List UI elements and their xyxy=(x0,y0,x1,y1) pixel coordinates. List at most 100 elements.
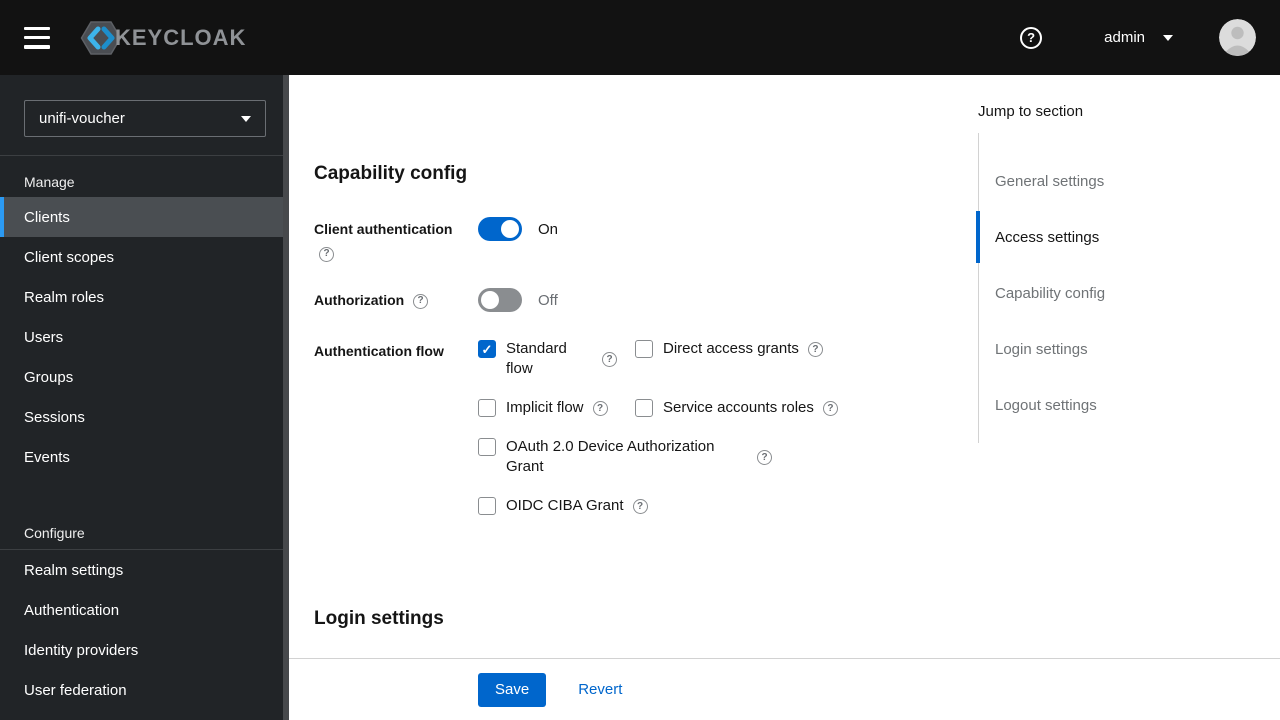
checkbox-label: OAuth 2.0 Device Authorization Grant xyxy=(506,438,715,475)
help-glyph: ? xyxy=(417,295,424,307)
label-text: Authentication flow xyxy=(314,343,444,359)
help-icon[interactable]: ? xyxy=(807,341,823,357)
help-icon[interactable]: ? xyxy=(413,293,429,309)
checkbox-label: Direct access grants xyxy=(663,340,799,357)
sidebar-item-clients[interactable]: Clients xyxy=(0,197,289,237)
checkbox-item-standard-flow[interactable]: ✓ Standard flow ? xyxy=(478,339,635,379)
checkbox-unchecked[interactable] xyxy=(635,340,653,358)
help-icon[interactable]: ? xyxy=(1020,26,1043,49)
sidebar-item-identity-providers[interactable]: Identity providers xyxy=(0,630,289,670)
brand-name: KEYCLOAK xyxy=(115,24,247,50)
hamburger-menu-button[interactable] xyxy=(24,26,50,49)
hamburger-bar xyxy=(24,45,50,49)
help-glyph: ? xyxy=(596,402,604,414)
help-glyph: ? xyxy=(1027,30,1036,45)
client-authentication-toggle[interactable] xyxy=(478,217,522,241)
client-authentication-control: On xyxy=(478,217,948,241)
masthead-toolbar: ? admin xyxy=(1020,19,1256,56)
help-icon[interactable]: ? xyxy=(319,246,334,262)
checkbox-item-oauth-device-authorization-grant[interactable]: OAuth 2.0 Device Authorization Grant ? xyxy=(478,437,948,477)
help-glyph: ? xyxy=(827,402,834,414)
check-icon: ✓ xyxy=(481,341,493,357)
jump-panel-title: Jump to section xyxy=(978,103,1084,120)
checkbox-item-implicit-flow[interactable]: Implicit flow ? xyxy=(478,398,635,418)
sidebar-item-user-federation[interactable]: User federation xyxy=(0,670,289,710)
hamburger-bar xyxy=(24,26,50,30)
help-icon[interactable]: ? xyxy=(632,498,648,514)
username: admin xyxy=(1104,29,1145,46)
sidebar-item-sessions[interactable]: Sessions xyxy=(0,397,289,437)
toggle-knob xyxy=(481,291,499,309)
form-row-client-authentication: Client authentication ? On xyxy=(314,217,948,265)
content-scroll-area: Capability config Client authentication … xyxy=(289,75,1280,658)
toggle-state-label: Off xyxy=(538,291,558,309)
checkbox-item-service-accounts-roles[interactable]: Service accounts roles ? xyxy=(635,398,948,418)
hamburger-bar xyxy=(24,35,50,40)
nav-section-label-configure: Configure xyxy=(24,525,85,541)
authentication-flow-label: Authentication flow xyxy=(314,339,478,363)
checkbox-label: Implicit flow xyxy=(506,399,584,416)
checkbox-unchecked[interactable] xyxy=(478,399,496,417)
checkbox-item-direct-access-grants[interactable]: Direct access grants ? xyxy=(635,339,948,359)
help-glyph: ? xyxy=(761,451,768,463)
authorization-control: Off xyxy=(478,288,948,312)
checkbox-item-oidc-ciba-grant[interactable]: OIDC CIBA Grant ? xyxy=(478,496,948,516)
sidebar: unifi-voucher Manage Clients Client scop… xyxy=(0,75,289,720)
revert-button[interactable]: Revert xyxy=(578,681,622,698)
masthead: KEYCLOAK ? admin xyxy=(0,0,1280,75)
help-icon[interactable]: ? xyxy=(757,449,772,465)
toggle-state-label: On xyxy=(538,220,559,238)
checkbox-unchecked[interactable] xyxy=(478,497,496,515)
sidebar-item-users[interactable]: Users xyxy=(0,317,289,357)
jump-item-general-settings[interactable]: General settings xyxy=(979,153,1280,209)
realm-selector-container: unifi-voucher xyxy=(0,75,289,156)
jump-item-access-settings[interactable]: Access settings xyxy=(976,209,1280,265)
checkbox-label: Service accounts roles xyxy=(663,399,814,416)
page-body: unifi-voucher Manage Clients Client scop… xyxy=(0,75,1280,720)
toggle-knob xyxy=(501,220,519,238)
help-icon[interactable]: ? xyxy=(592,400,608,416)
sidebar-item-client-scopes[interactable]: Client scopes xyxy=(0,237,289,277)
sidebar-scrollbar[interactable] xyxy=(283,75,289,720)
realm-name: unifi-voucher xyxy=(39,110,125,127)
authentication-flow-options: ✓ Standard flow ? Direct access grants ? xyxy=(478,339,948,516)
help-glyph: ? xyxy=(323,248,330,260)
help-glyph: ? xyxy=(812,343,819,355)
nav-section-label-manage: Manage xyxy=(24,174,75,190)
sidebar-item-authentication[interactable]: Authentication xyxy=(0,590,289,630)
sidebar-item-realm-roles[interactable]: Realm roles xyxy=(0,277,289,317)
keycloak-admin-console: KEYCLOAK ? admin unifi-voucher Manage Cl… xyxy=(0,0,1280,720)
jump-to-section-panel: Jump to section General settings Access … xyxy=(976,75,1280,658)
jump-item-logout-settings[interactable]: Logout settings xyxy=(979,377,1280,433)
realm-selector[interactable]: unifi-voucher xyxy=(24,100,266,137)
form-row-authentication-flow: Authentication flow ✓ Standard flow ? Di… xyxy=(314,339,948,516)
chevron-down-icon xyxy=(241,115,251,122)
jump-item-login-settings[interactable]: Login settings xyxy=(979,321,1280,377)
help-glyph: ? xyxy=(636,500,644,512)
jump-list: General settings Access settings Capabil… xyxy=(976,133,1280,443)
form-action-bar: Save Revert xyxy=(289,658,1280,720)
checkbox-unchecked[interactable] xyxy=(478,438,496,456)
checkbox-label: Standard flow xyxy=(506,340,567,377)
checkbox-unchecked[interactable] xyxy=(635,399,653,417)
capability-config-section: Capability config Client authentication … xyxy=(289,75,978,658)
label-text: Authorization xyxy=(314,292,405,308)
avatar[interactable] xyxy=(1219,19,1256,56)
chevron-down-icon xyxy=(1163,34,1173,41)
client-authentication-label: Client authentication ? xyxy=(314,217,478,265)
save-button[interactable]: Save xyxy=(478,672,547,707)
section-title-login-settings: Login settings xyxy=(314,608,444,629)
user-menu[interactable]: admin xyxy=(1104,29,1173,46)
checkbox-checked[interactable]: ✓ xyxy=(478,340,496,358)
help-icon[interactable]: ? xyxy=(602,351,617,367)
form-row-authorization: Authorization ? Off xyxy=(314,288,948,312)
authorization-toggle[interactable] xyxy=(478,288,522,312)
keycloak-logo[interactable]: KEYCLOAK xyxy=(80,20,246,56)
main-content: Capability config Client authentication … xyxy=(289,75,1280,720)
jump-item-capability-config[interactable]: Capability config xyxy=(979,265,1280,321)
sidebar-item-events[interactable]: Events xyxy=(0,437,289,477)
sidebar-item-groups[interactable]: Groups xyxy=(0,357,289,397)
label-text: Client authentication xyxy=(314,221,453,237)
help-icon[interactable]: ? xyxy=(822,400,838,416)
sidebar-item-realm-settings[interactable]: Realm settings xyxy=(0,550,289,590)
